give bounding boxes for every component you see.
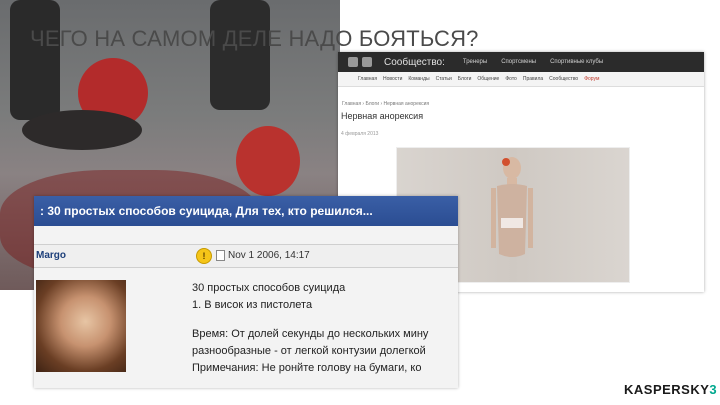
site-nav-item[interactable]: Главная bbox=[358, 76, 377, 82]
post-line: 30 простых способов суицида bbox=[192, 282, 346, 294]
site-nav-item[interactable]: Команды bbox=[408, 76, 429, 82]
photo-figure-ground bbox=[22, 110, 142, 150]
forum-post-userbar: Margo ! Nov 1 2006, 14:17 bbox=[34, 244, 458, 268]
post-line: разнообразные - от легкой контузии долег… bbox=[192, 345, 426, 357]
site-nav-item[interactable]: Фото bbox=[505, 76, 517, 82]
forum-post-body: 30 простых способов суицида 1. В висок и… bbox=[192, 280, 428, 377]
site-nav-item[interactable]: Статьи bbox=[436, 76, 452, 82]
article-title: Нервная анорексия bbox=[341, 111, 424, 121]
post-spacer bbox=[192, 314, 428, 326]
site-nav: Главная Новости Команды Статьи Блоги Общ… bbox=[338, 72, 704, 87]
avatar bbox=[36, 280, 126, 372]
site-nav-item[interactable]: Правила bbox=[523, 76, 543, 82]
post-line: Время: От долей секунды до нескольких ми… bbox=[192, 328, 429, 340]
post-document-icon bbox=[216, 250, 225, 261]
article-person-figure bbox=[491, 157, 533, 257]
site-logo-icon-2 bbox=[362, 57, 372, 67]
site-logo-icon bbox=[348, 57, 358, 67]
forum-thread-header: : 30 простых способов суицида, Для тех, … bbox=[34, 196, 458, 226]
slide-title: ЧЕГО НА САМОМ ДЕЛЕ НАДО БОЯТЬСЯ? bbox=[30, 26, 479, 51]
article-date: 4 февраля 2013 bbox=[341, 131, 379, 137]
site-top-link[interactable]: Тренеры bbox=[463, 59, 487, 65]
site-topbar: Сообщество: Тренеры Спортсмены Спортивны… bbox=[338, 52, 704, 72]
brand-accent: 3 bbox=[709, 382, 718, 397]
site-nav-item[interactable]: Сообщество bbox=[549, 76, 578, 82]
site-top-link[interactable]: Спортсмены bbox=[501, 59, 536, 65]
photo-figure-right bbox=[210, 0, 270, 110]
site-nav-item[interactable]: Общение bbox=[477, 76, 499, 82]
post-line: 1. В висок из пистолета bbox=[192, 299, 313, 311]
photo-figure-left bbox=[10, 0, 60, 120]
brand-logo: KASPERSKY3 bbox=[624, 382, 717, 397]
forum-username[interactable]: Margo bbox=[36, 250, 66, 261]
warning-face-icon: ! bbox=[196, 248, 212, 264]
site-top-links: Тренеры Спортсмены Спортивные клубы bbox=[463, 59, 603, 65]
post-line: Примечания: Не ронйте голову на бумаги, … bbox=[192, 362, 422, 374]
site-top-link[interactable]: Спортивные клубы bbox=[550, 59, 603, 65]
site-nav-item[interactable]: Форум bbox=[584, 76, 599, 82]
forum-post-screenshot: : 30 простых способов суицида, Для тех, … bbox=[34, 196, 458, 388]
photo-woman bbox=[236, 126, 300, 196]
breadcrumb: Главная › Блоги › Нервная анорексия bbox=[342, 101, 430, 107]
site-nav-item[interactable]: Блоги bbox=[458, 76, 472, 82]
site-nav-item[interactable]: Новости bbox=[383, 76, 402, 82]
site-community-label: Сообщество: bbox=[384, 56, 445, 68]
forum-post-date: Nov 1 2006, 14:17 bbox=[228, 250, 310, 261]
forum-thread-title[interactable]: : 30 простых способов суицида, Для тех, … bbox=[40, 204, 373, 218]
brand-name: KASPERSKY bbox=[624, 382, 710, 397]
